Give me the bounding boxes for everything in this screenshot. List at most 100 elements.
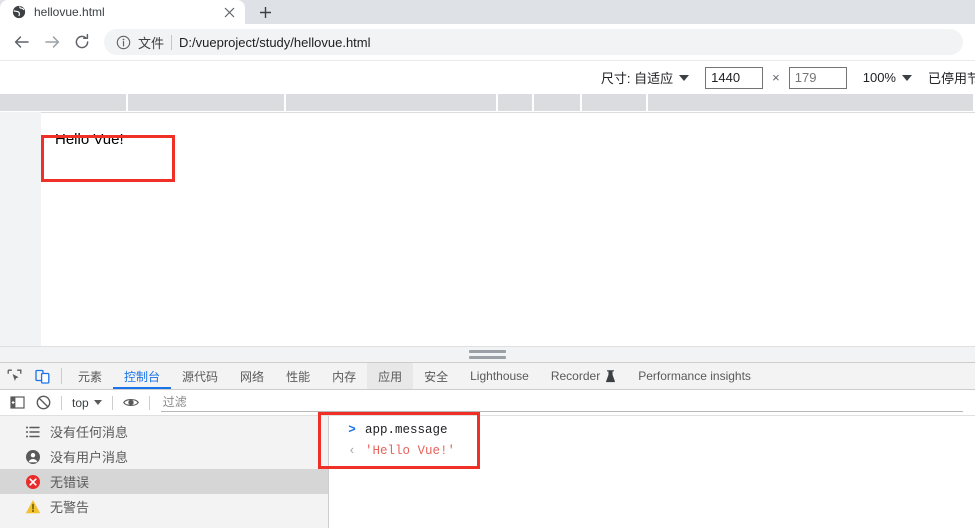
reload-icon	[75, 33, 89, 49]
address-bar[interactable]: 文件 D:/vueproject/study/hellovue.html	[104, 29, 963, 55]
console-message-list[interactable]: > app.message ‹ 'Hello Vue!'	[329, 416, 975, 528]
console-toolbar: top	[0, 390, 975, 416]
sidebar-item-warnings[interactable]: 无警告	[0, 494, 328, 519]
tab-label: 网络	[240, 369, 265, 384]
flask-icon	[606, 369, 616, 382]
info-circle-icon[interactable]	[116, 35, 131, 50]
browser-toolbar: 文件 D:/vueproject/study/hellovue.html	[0, 24, 975, 60]
live-expression-eye-icon[interactable]	[118, 392, 144, 414]
dimension-separator: ×	[772, 70, 780, 85]
back-button[interactable]	[8, 28, 36, 56]
console-input-text: app.message	[365, 423, 448, 437]
devtools-panel: 元素 控制台 源代码 网络 性能 内存 应用 安全 Lighthouse Rec…	[0, 362, 975, 528]
toolbar-divider	[148, 395, 150, 410]
tab-label: 源代码	[182, 369, 219, 384]
list-icon	[26, 426, 40, 437]
page-heading: Hello Vue!	[55, 131, 124, 148]
throttling-label: 已停用节流模式	[927, 71, 975, 86]
viewport-gutter	[0, 112, 41, 346]
ruler-segment	[286, 94, 498, 111]
arrow-right-icon	[45, 36, 60, 48]
viewport-width-input[interactable]	[705, 66, 764, 89]
device-size-select[interactable]: 尺寸: 自适应	[601, 68, 690, 87]
tab-recorder[interactable]: Recorder	[540, 363, 627, 389]
toolbar-divider	[61, 395, 62, 410]
sidebar-item-all-messages[interactable]: 没有任何消息	[0, 419, 328, 444]
omnibox-divider	[171, 34, 173, 50]
sidebar-toggle-icon[interactable]	[4, 392, 30, 414]
viewport-height-input[interactable]	[788, 66, 847, 89]
clear-console-icon[interactable]	[30, 392, 56, 414]
ruler-segment	[128, 94, 286, 111]
tab-elements[interactable]: 元素	[67, 363, 113, 389]
inspect-cursor-icon[interactable]	[0, 363, 28, 389]
devtools-tab-bar: 元素 控制台 源代码 网络 性能 内存 应用 安全 Lighthouse Rec…	[0, 363, 975, 390]
browser-tab[interactable]: hellovue.html	[0, 0, 245, 24]
tab-sources[interactable]: 源代码	[171, 363, 229, 389]
devtools-resize-strip[interactable]	[0, 346, 975, 362]
tab-label: Lighthouse	[470, 369, 529, 383]
drag-handle-icon[interactable]	[469, 350, 506, 359]
sidebar-item-user-messages[interactable]: 没有用户消息	[0, 444, 328, 469]
console-output-text: 'Hello Vue!'	[365, 444, 456, 458]
tab-label: 安全	[424, 369, 449, 384]
page-viewport[interactable]: Hello Vue!	[41, 112, 975, 346]
console-filter-input[interactable]	[160, 393, 963, 412]
drag-handle-line	[469, 350, 506, 353]
console-input-row[interactable]: > app.message	[329, 420, 975, 441]
chevron-down-icon	[679, 74, 690, 81]
device-ruler[interactable]	[0, 94, 975, 112]
result-arrow-icon: ‹	[348, 444, 356, 458]
ruler-segment	[534, 94, 583, 111]
execution-context-select[interactable]: top	[67, 396, 107, 410]
warning-icon	[25, 499, 41, 513]
tab-performance[interactable]: 性能	[275, 363, 321, 389]
new-tab-button[interactable]	[251, 0, 279, 24]
tab-label: 应用	[378, 369, 403, 384]
console-sidebar: 没有任何消息 没有用户消息 无错误 无警告	[0, 416, 329, 528]
console-output-row[interactable]: ‹ 'Hello Vue!'	[329, 441, 975, 462]
tab-console[interactable]: 控制台	[113, 363, 172, 389]
tab-performance-insights[interactable]: Performance insights	[627, 363, 762, 389]
error-icon	[26, 474, 40, 489]
tab-title: hellovue.html	[34, 5, 105, 19]
tab-strip: hellovue.html	[0, 0, 975, 24]
sidebar-item-label: 没有用户消息	[50, 450, 129, 465]
tab-memory[interactable]: 内存	[321, 363, 367, 389]
forward-button[interactable]	[38, 28, 66, 56]
zoom-level-label: 100%	[862, 70, 896, 85]
chevron-down-icon	[901, 74, 912, 81]
sidebar-item-label: 没有任何消息	[50, 425, 129, 440]
device-emulation-toolbar: 尺寸: 自适应 × 100% 已停用节流模式	[0, 60, 975, 94]
tab-application[interactable]: 应用	[367, 363, 414, 389]
arrow-left-icon	[14, 36, 29, 48]
tab-label: Performance insights	[638, 369, 751, 383]
prompt-arrow-icon: >	[348, 423, 356, 437]
url-scheme-label: 文件	[138, 35, 165, 51]
url-text: D:/vueproject/study/hellovue.html	[179, 34, 371, 50]
zoom-select[interactable]: 100%	[863, 70, 912, 85]
globe-icon	[12, 5, 26, 19]
person-icon	[26, 449, 40, 464]
browser-window: hellovue.html 文件 D:/vueproject/study/hel…	[0, 0, 975, 528]
tab-lighthouse[interactable]: Lighthouse	[459, 363, 540, 389]
plus-icon	[259, 6, 271, 18]
throttling-select[interactable]: 已停用节流模式	[928, 68, 975, 87]
device-toolbar-icon[interactable]	[28, 363, 56, 389]
tab-label: Recorder	[550, 369, 601, 383]
tab-security[interactable]: 安全	[413, 363, 459, 389]
console-body: 没有任何消息 没有用户消息 无错误 无警告 > app.message ‹ 'H…	[0, 416, 975, 528]
close-icon[interactable]	[221, 4, 237, 20]
drag-handle-line	[469, 356, 506, 359]
ruler-segment	[648, 94, 975, 111]
toolbar-divider	[61, 368, 62, 384]
tab-label: 性能	[286, 369, 311, 384]
page-viewport-area: Hello Vue!	[0, 112, 975, 346]
sidebar-item-label: 无警告	[50, 500, 90, 515]
tab-network[interactable]: 网络	[229, 363, 275, 389]
context-label: top	[72, 395, 89, 410]
tab-label: 控制台	[124, 369, 161, 384]
tab-label: 元素	[78, 369, 103, 384]
sidebar-item-errors[interactable]: 无错误	[0, 469, 328, 494]
reload-button[interactable]	[68, 28, 96, 56]
